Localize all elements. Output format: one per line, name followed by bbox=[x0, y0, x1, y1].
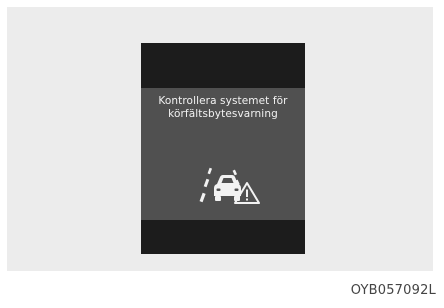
car-icon bbox=[214, 175, 241, 201]
left-lane-marks-icon bbox=[199, 167, 213, 203]
display-bottom-band bbox=[141, 220, 305, 254]
figure-caption: OYB057092L bbox=[350, 283, 436, 298]
warning-message: Kontrollera systemet för körfältsbytesva… bbox=[141, 95, 305, 121]
cluster-display: Kontrollera systemet för körfältsbytesva… bbox=[141, 43, 305, 254]
warning-message-line-1: Kontrollera systemet för bbox=[158, 95, 288, 107]
warning-message-line-2: körfältsbytesvarning bbox=[168, 108, 278, 120]
display-top-band bbox=[141, 43, 305, 88]
lane-change-warning-icon bbox=[199, 167, 260, 204]
figure-frame: Kontrollera systemet för körfältsbytesva… bbox=[0, 0, 444, 308]
